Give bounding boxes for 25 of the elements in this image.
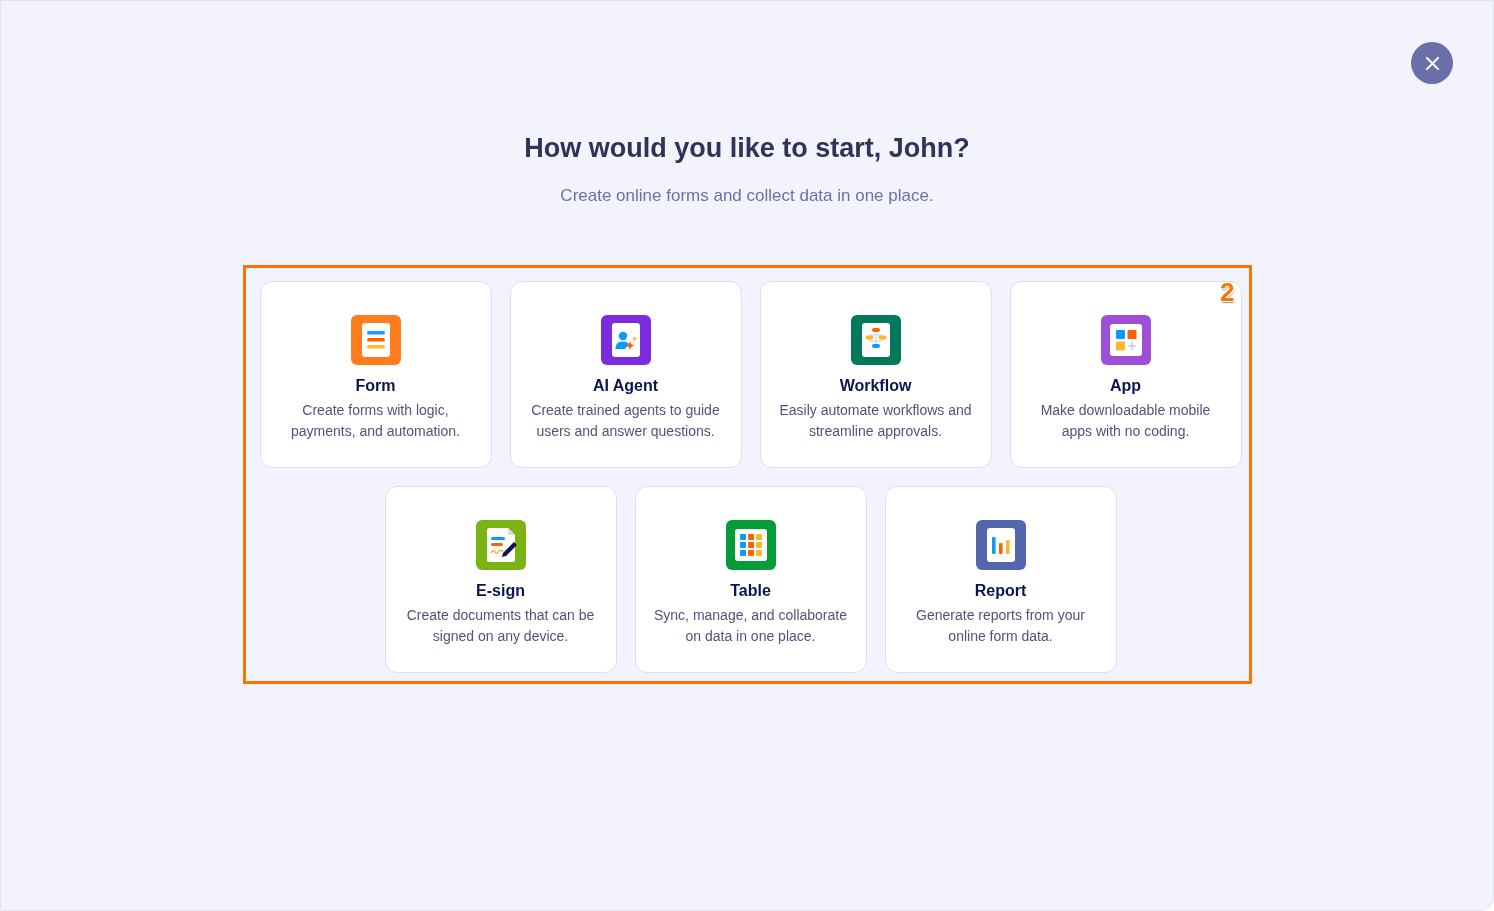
close-icon (1424, 55, 1440, 71)
option-card[interactable]: Workflow Easily automate workflows and streamline approvals. (759, 281, 992, 468)
option-card[interactable]: E-sign Create documents that can be signed on any device. (384, 486, 617, 673)
card-title: Table (730, 581, 771, 601)
card-description: Generate reports from your online form data. (916, 606, 1085, 646)
card-description: Sync, manage, and collaborate on data in one place. (654, 606, 847, 646)
card-title: Form (355, 376, 396, 396)
option-card[interactable]: Table Sync, manage, and collaborate on data in one place. (634, 486, 867, 673)
option-card[interactable]: AI Agent Create trained agents to guide users and answer questions. (509, 281, 742, 468)
step-number: 2 (1220, 278, 1235, 306)
card-title: E-sign (476, 581, 525, 601)
page-heading: How would you like to start, John? (524, 132, 970, 165)
card-description: Create forms with logic, payments, and automation. (291, 401, 460, 441)
card-description: Create documents that can be signed on any device. (406, 606, 595, 646)
card-title: AI Agent (592, 376, 659, 396)
page-subtitle: Create online forms and collect data in one place. (560, 185, 934, 207)
card-description: Make downloadable mobile apps with no coding. (1040, 401, 1211, 441)
card-description: Create trained agents to guide users and answer questions. (531, 401, 720, 441)
close-button[interactable] (1411, 42, 1453, 84)
option-card[interactable]: Form Create forms with logic, payments, and automation. (259, 281, 492, 468)
card-title: Workflow (839, 376, 912, 396)
card-title: Report (974, 581, 1027, 601)
card-description: Easily automate workflows and streamline approvals. (779, 401, 972, 441)
card-title: App (1109, 376, 1142, 396)
option-card[interactable]: Report Generate reports from your online form data. (884, 486, 1117, 673)
